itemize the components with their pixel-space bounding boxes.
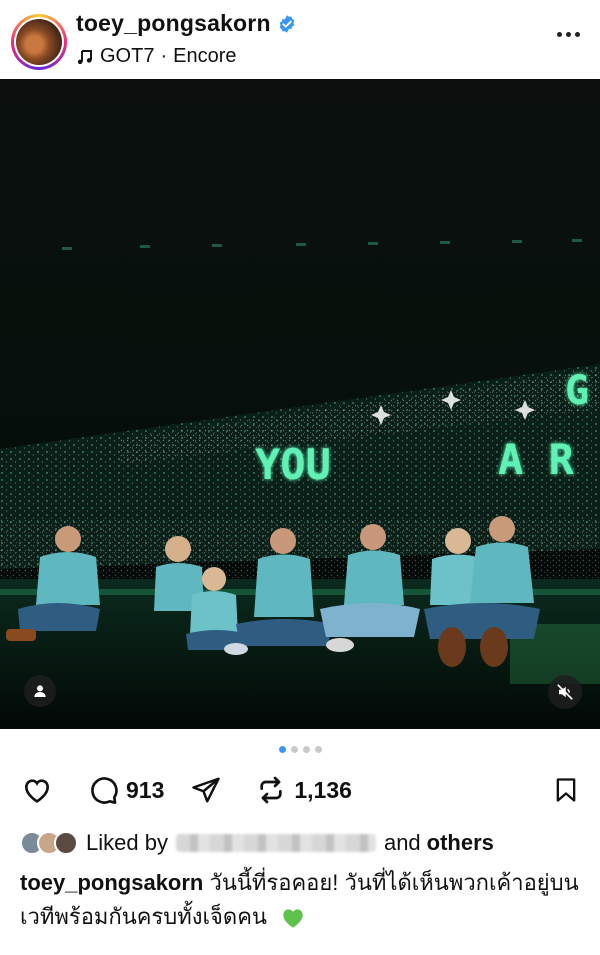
post-photo[interactable]: YOU G A R [0,79,600,729]
liker-avatars [20,831,78,855]
mute-button[interactable] [548,675,582,709]
speaker-muted-icon [557,684,573,700]
music-track: Encore [173,45,237,67]
more-dot-icon [575,32,580,37]
action-bar: 913 1,136 [20,772,580,808]
profile-avatar[interactable] [11,14,67,70]
post-caption: toey_pongsakorn วันนี้ที่รอคอย! วันที่ได… [20,866,585,934]
carousel-dot-active [278,746,286,753]
concert-stage-image: YOU G A R [0,79,600,729]
user-icon [34,685,46,697]
more-options-button[interactable] [557,32,580,37]
music-separator: · [160,45,168,67]
liked-by-prefix: Liked by [86,830,168,855]
carousel-dot [290,746,298,753]
liked-by-row[interactable]: Liked by and others [20,827,580,859]
bookmark-icon [556,778,576,802]
music-note-icon [77,49,92,64]
comments-count: 913 [126,776,165,803]
carousel-indicator [0,746,600,753]
heart-icon [24,779,50,803]
username[interactable]: toey_pongsakorn [76,10,271,37]
more-dot-icon [557,32,562,37]
green-heart-icon [283,909,303,928]
like-button[interactable] [20,774,60,806]
music-attribution[interactable]: GOT7 · Encore [76,45,237,68]
carousel-dot [314,746,322,753]
reposts-count: 1,136 [294,776,352,803]
led-text-right: A R [498,435,575,484]
verified-badge-icon [279,14,295,33]
comment-bubble-icon [91,777,118,804]
music-artist: GOT7 [100,45,155,67]
paper-plane-icon [192,777,221,803]
led-text-you: YOU [255,440,331,489]
liked-by-connector: and [383,830,421,855]
username-row[interactable]: toey_pongsakorn [76,10,297,37]
liked-by-others[interactable]: others [427,830,494,856]
carousel-dot [302,746,310,753]
liker-avatar [54,831,78,855]
repost-button[interactable]: 1,136 [254,774,352,806]
comment-button[interactable]: 913 [86,774,164,806]
share-button[interactable] [190,775,228,805]
blurred-liker-username[interactable] [175,834,376,852]
led-text-upper: G [565,368,589,414]
save-button[interactable] [552,775,580,810]
tagged-users-button[interactable] [24,675,56,707]
repost-icon [260,776,283,804]
caption-username[interactable]: toey_pongsakorn [20,870,203,895]
post-header: toey_pongsakorn GOT7 · Encore [0,0,600,78]
more-dot-icon [566,32,571,37]
